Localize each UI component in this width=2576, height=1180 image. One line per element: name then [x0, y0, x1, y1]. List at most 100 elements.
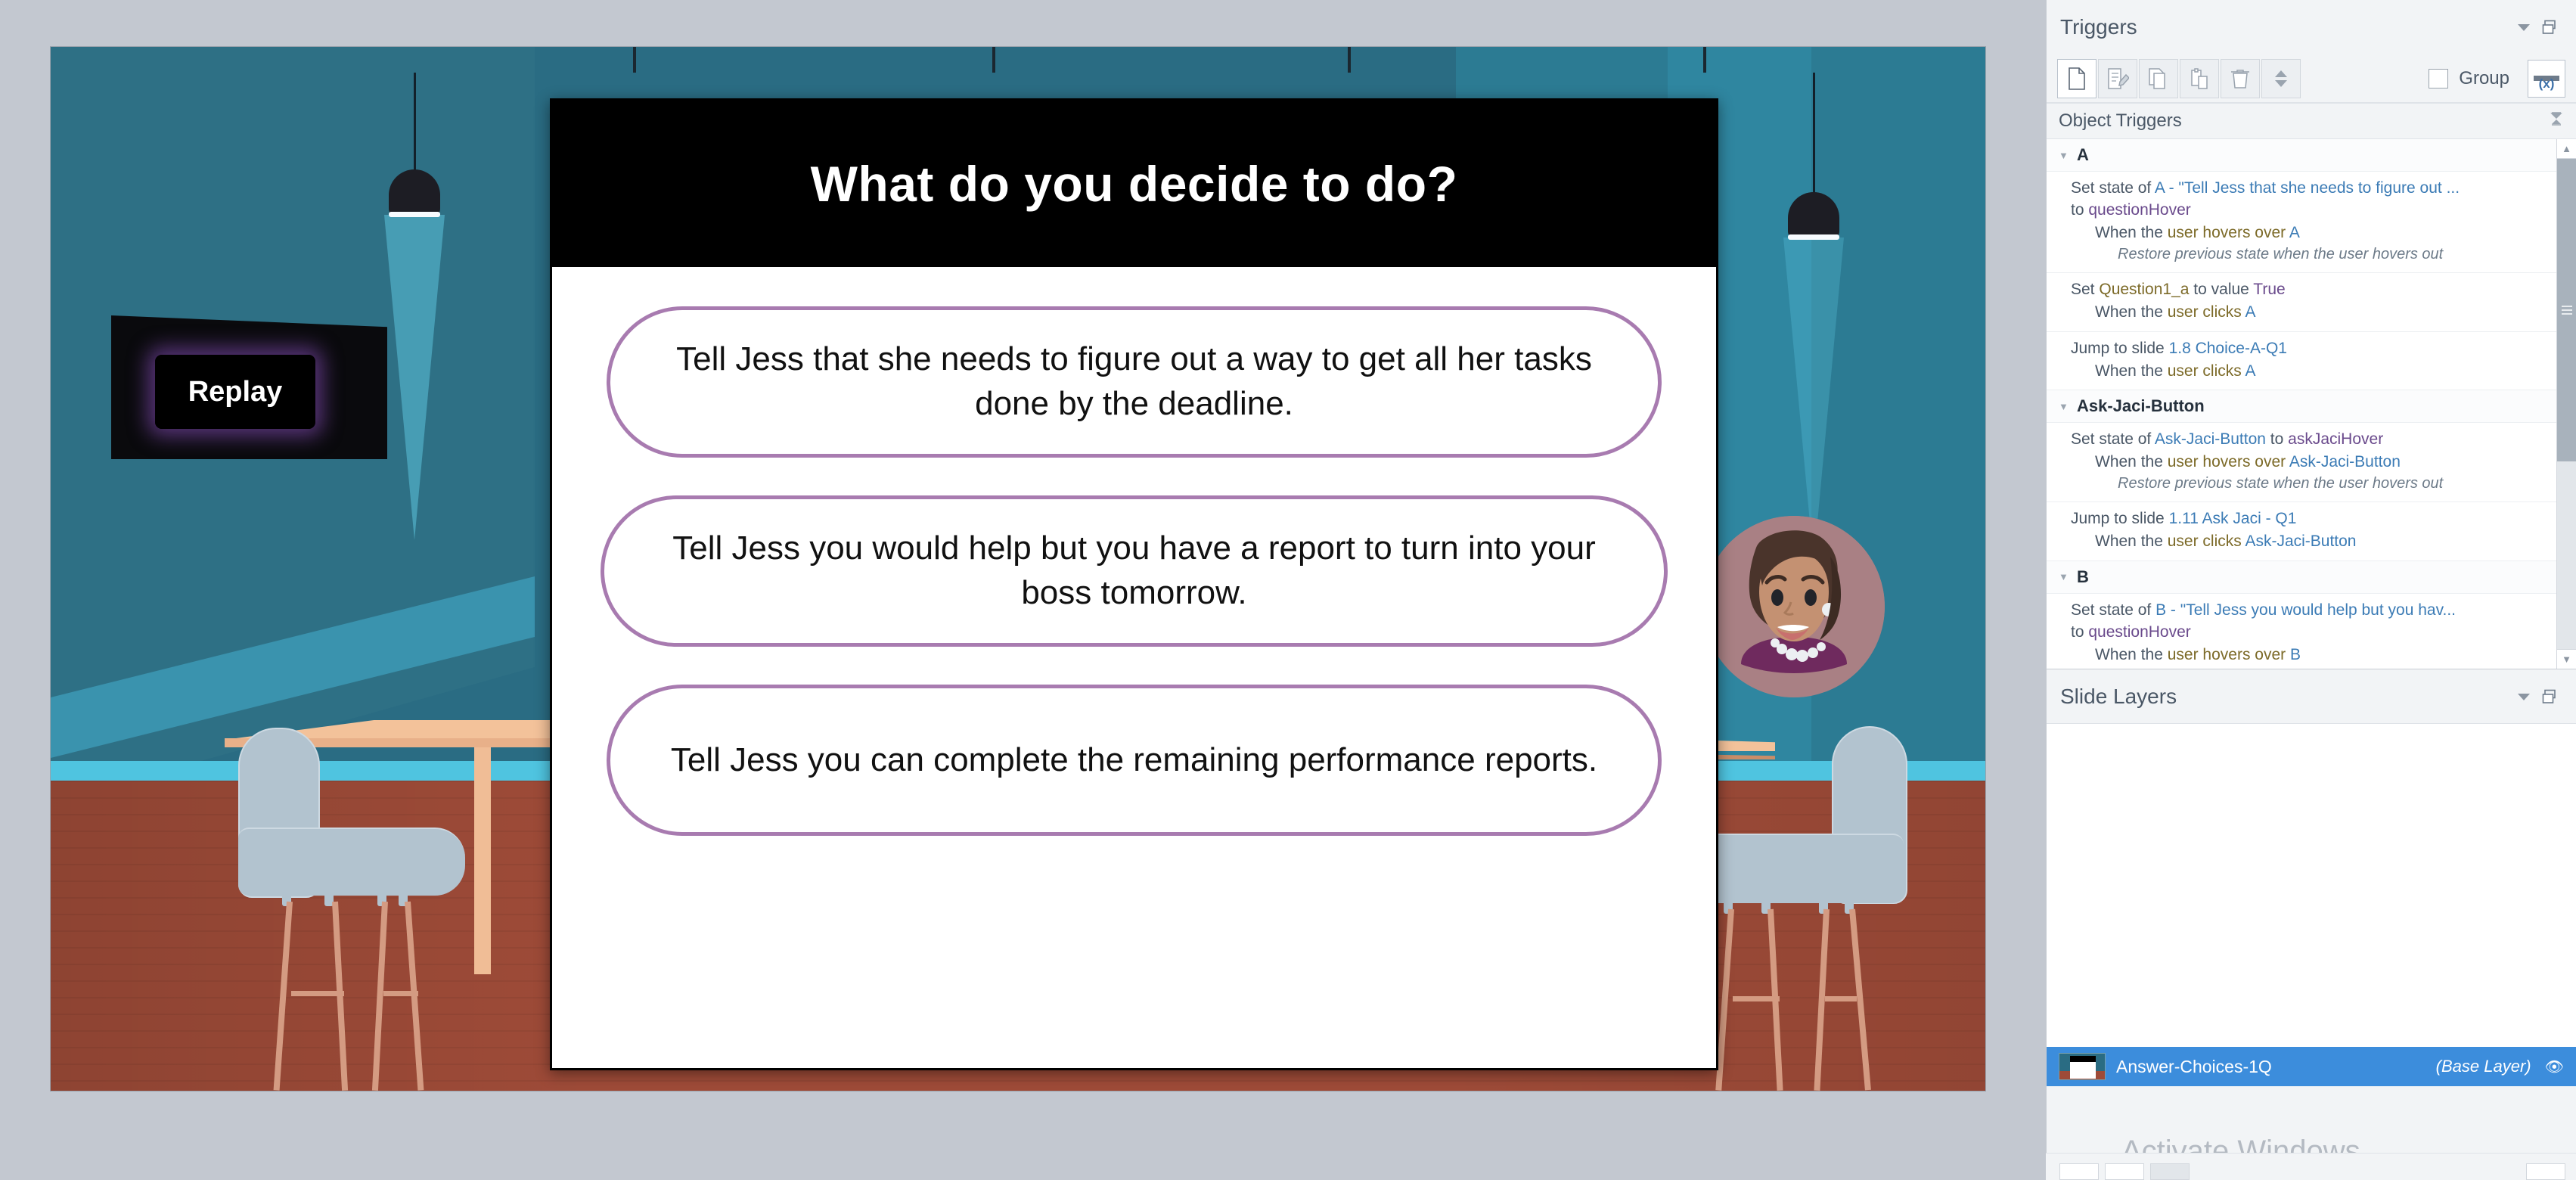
when-prefix: When the: [2095, 453, 2168, 471]
answer-choice-b[interactable]: Tell Jess you would help but you have a …: [601, 495, 1668, 647]
chevron-down-icon[interactable]: [2511, 684, 2537, 710]
collapse-all-icon[interactable]: [2549, 110, 2564, 132]
trigger-list[interactable]: ▼ A Set state of A - "Tell Jess that she…: [2047, 139, 2576, 669]
when-object: A: [2245, 303, 2256, 321]
variables-button-label: (x): [2538, 76, 2555, 91]
action-target-slide: 1.8 Choice-A-Q1: [2168, 339, 2287, 357]
lamp-cord: [1813, 73, 1815, 194]
copy-trigger-button[interactable]: [2139, 58, 2178, 98]
action-prefix: Set state of: [2071, 179, 2155, 197]
trigger-action: Set Question1_a to value True: [2071, 279, 2568, 301]
slide-layers-panel-title: Slide Layers: [2060, 684, 2177, 708]
replay-tv-screen: Replay: [111, 315, 387, 459]
when-prefix: When the: [2095, 533, 2168, 551]
bottom-button[interactable]: [2059, 1163, 2099, 1180]
slide-layers-list[interactable]: Answer-Choices-1Q (Base Layer) 👁: [2047, 723, 2576, 1086]
undock-panel-icon[interactable]: [2537, 14, 2562, 40]
when-object: Ask-Jaci-Button: [2245, 533, 2357, 551]
scroll-down-icon[interactable]: ▼: [2557, 649, 2576, 669]
chevron-down-icon[interactable]: ▼: [2059, 401, 2077, 412]
trigger-action: Set state of B - "Tell Jess you would he…: [2071, 600, 2568, 644]
trigger-toolbar: Group (x): [2047, 54, 2576, 103]
when-event: user clicks: [2167, 533, 2245, 551]
trigger-row[interactable]: Set state of B - "Tell Jess you would he…: [2047, 594, 2576, 669]
lamp-light-beam: [384, 215, 445, 540]
trigger-group-a[interactable]: ▼ A: [2047, 139, 2576, 172]
when-object: Ask-Jaci-Button: [2289, 453, 2401, 471]
lamp-bulb: [1788, 234, 1839, 240]
edit-trigger-button[interactable]: [2098, 58, 2137, 98]
eye-icon[interactable]: 👁: [2545, 1057, 2564, 1076]
trigger-action: Set state of A - "Tell Jess that she nee…: [2071, 178, 2568, 222]
layer-thumbnail: [2059, 1053, 2106, 1080]
bottom-button[interactable]: [2105, 1163, 2144, 1180]
trigger-row[interactable]: Set Question1_a to value True When the u…: [2047, 273, 2576, 332]
lamp-light-beam: [1783, 238, 1844, 563]
when-prefix: When the: [2095, 303, 2168, 321]
replay-button-label: Replay: [188, 375, 283, 408]
action-state: questionHover: [2088, 623, 2191, 641]
action-prefix: Set state of: [2071, 601, 2156, 619]
ceiling-beam: [992, 47, 995, 73]
action-prefix: Jump to slide: [2071, 510, 2169, 528]
bottom-button[interactable]: [2526, 1163, 2565, 1180]
action-prefix: Set state of: [2071, 430, 2155, 449]
pendant-lamp: [1788, 192, 1839, 239]
chevron-down-icon[interactable]: ▼: [2059, 150, 2077, 161]
answer-choice-c[interactable]: Tell Jess you can complete the remaining…: [607, 685, 1662, 836]
variables-button[interactable]: (x): [2528, 59, 2565, 98]
action-prefix: Set: [2071, 281, 2100, 299]
when-object: A: [2289, 223, 2300, 241]
layer-name: Answer-Choices-1Q: [2116, 1056, 2272, 1076]
lamp-cord: [414, 73, 416, 171]
trigger-group-b-label: B: [2077, 567, 2089, 586]
move-trigger-buttons[interactable]: [2261, 58, 2301, 98]
ceiling-beam: [1703, 47, 1706, 73]
trigger-when: When the user hovers over A: [2071, 222, 2568, 244]
action-value: True: [2253, 281, 2286, 299]
trigger-list-scrollbar[interactable]: ▲ ▼: [2556, 139, 2576, 669]
question-title: What do you decide to do?: [810, 156, 1458, 212]
action-object: B - "Tell Jess you would help but you ha…: [2155, 601, 2457, 619]
group-checkbox[interactable]: [2429, 68, 2449, 88]
object-triggers-label: Object Triggers: [2059, 110, 2182, 131]
scroll-up-icon[interactable]: ▲: [2557, 139, 2576, 159]
paste-trigger-button[interactable]: [2180, 58, 2219, 98]
chair-left-rung: [383, 991, 418, 996]
trigger-row[interactable]: Set state of Ask-Jaci-Button to askJaciH…: [2047, 423, 2576, 503]
replay-button[interactable]: Replay: [155, 355, 315, 429]
scrollbar-grip: [2561, 303, 2572, 317]
action-mid: to: [2071, 623, 2089, 641]
when-event: user hovers over: [2167, 453, 2289, 471]
delete-trigger-button[interactable]: [2221, 58, 2260, 98]
scrollbar-thumb[interactable]: [2557, 159, 2576, 461]
trigger-action: Jump to slide 1.11 Ask Jaci - Q1: [2071, 508, 2568, 530]
trigger-group-b[interactable]: ▼ B: [2047, 560, 2576, 594]
action-object: A - "Tell Jess that she needs to figure …: [2154, 179, 2460, 197]
table-left-leg: [474, 747, 491, 974]
layer-row-base[interactable]: Answer-Choices-1Q (Base Layer) 👁: [2047, 1047, 2576, 1086]
ceiling-beam: [1348, 47, 1351, 73]
trigger-row[interactable]: Set state of A - "Tell Jess that she nee…: [2047, 172, 2576, 274]
trigger-group-a-label: A: [2077, 145, 2089, 164]
trigger-row[interactable]: Jump to slide 1.11 Ask Jaci - Q1 When th…: [2047, 502, 2576, 561]
bottom-button[interactable]: [2150, 1163, 2190, 1180]
action-mid: to: [2071, 200, 2089, 219]
avatar-portrait-icon: [1703, 516, 1885, 697]
trigger-when: When the user clicks A: [2071, 360, 2568, 382]
trigger-row[interactable]: Jump to slide 1.8 Choice-A-Q1 When the u…: [2047, 332, 2576, 391]
chevron-down-icon[interactable]: [2511, 14, 2537, 40]
slide-canvas[interactable]: Replay What do you decide to do? Tell Je…: [51, 47, 1985, 1091]
trigger-note: Restore previous state when the user hov…: [2118, 475, 2444, 492]
lamp-bulb: [389, 212, 440, 217]
answer-choice-a[interactable]: Tell Jess that she needs to figure out a…: [607, 306, 1662, 458]
when-prefix: When the: [2095, 223, 2168, 241]
trigger-action: Set state of Ask-Jaci-Button to askJaciH…: [2071, 429, 2568, 451]
new-trigger-button[interactable]: [2057, 58, 2096, 98]
chevron-down-icon[interactable]: ▼: [2059, 571, 2077, 582]
action-prefix: Jump to slide: [2071, 339, 2169, 357]
group-label: Group: [2459, 67, 2509, 88]
trigger-group-ask-jaci-button[interactable]: ▼ Ask-Jaci-Button: [2047, 390, 2576, 424]
undock-panel-icon[interactable]: [2537, 684, 2562, 710]
avatar-jaci[interactable]: [1703, 516, 1885, 697]
